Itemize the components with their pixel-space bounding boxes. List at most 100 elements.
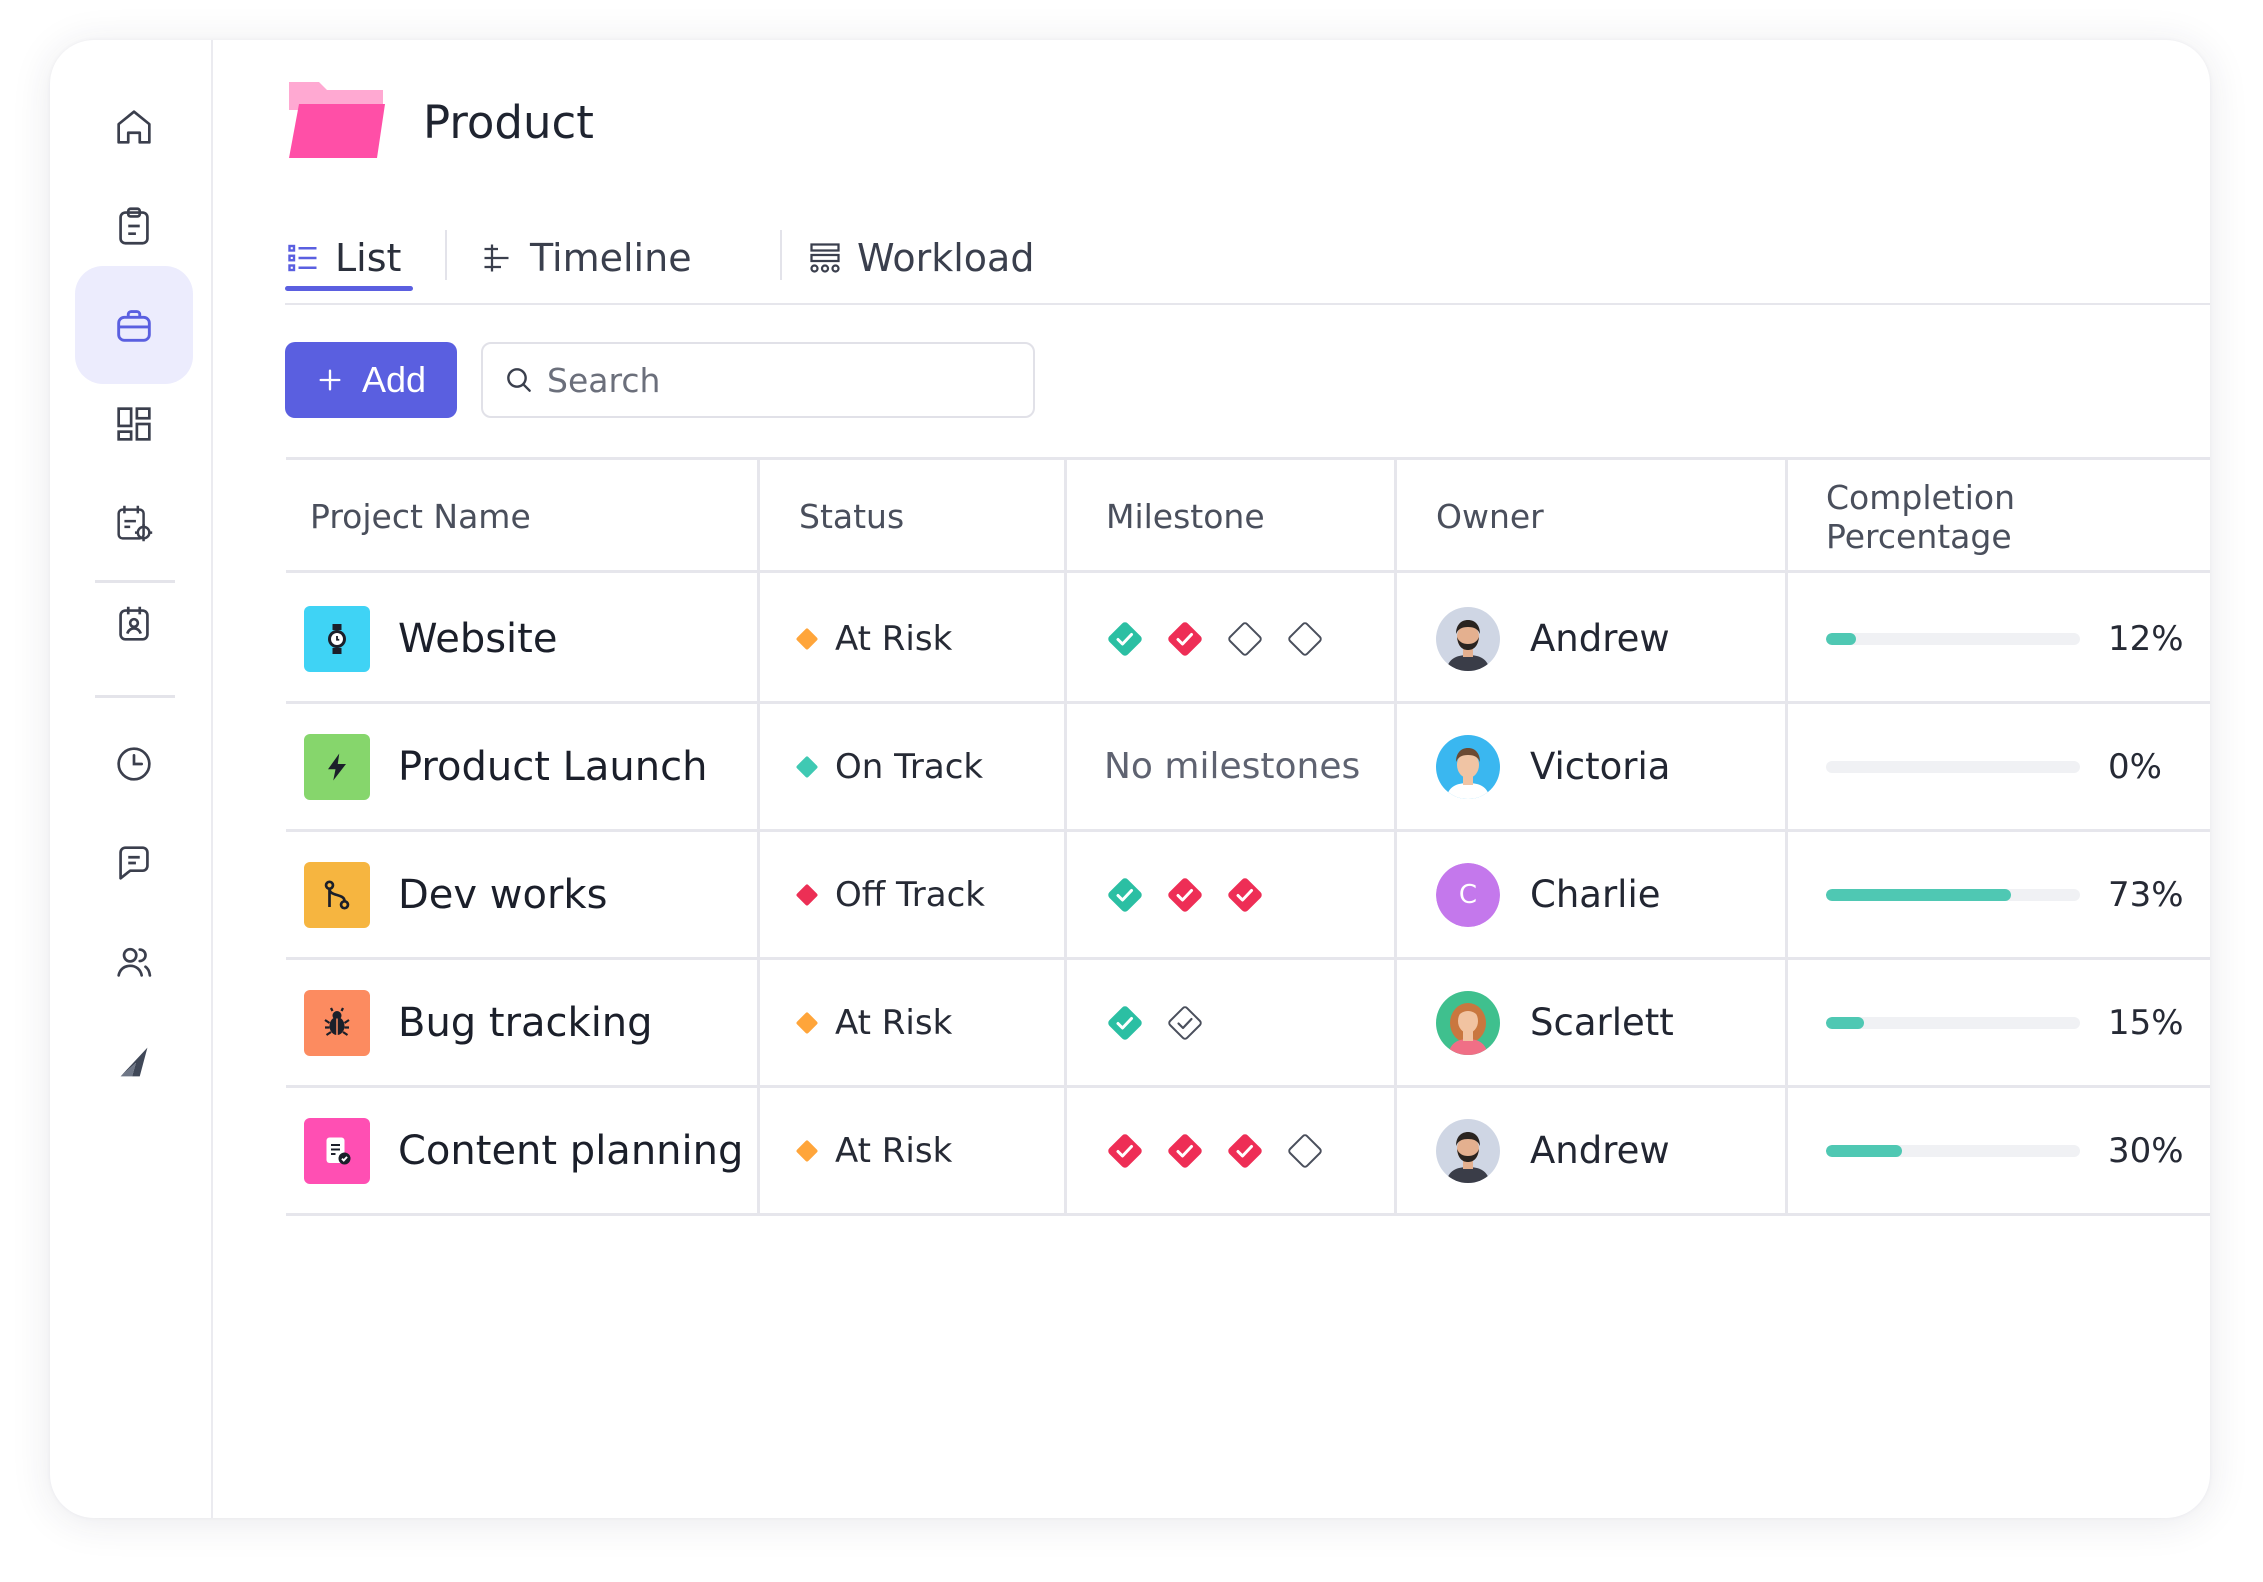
owner-name: Victoria (1530, 745, 1671, 788)
completion-percentage: 12% (2108, 618, 2184, 659)
completion-percentage: 0% (2108, 746, 2162, 787)
project-name[interactable]: Content planning (398, 1128, 743, 1174)
status-diamond-icon (795, 627, 819, 650)
project-name-cell[interactable]: Bug tracking (304, 960, 653, 1085)
milestone-empty-icon[interactable] (1284, 1130, 1326, 1172)
status-cell[interactable]: Off Track (795, 832, 985, 957)
progress-bar-fill (1826, 1144, 1903, 1157)
plus-icon (319, 369, 341, 391)
progress-bar (1826, 888, 2080, 901)
completion-percentage: 15% (2108, 1002, 2184, 1043)
users-icon (117, 947, 152, 977)
milestone-complete-icon[interactable] (1104, 618, 1146, 660)
completion-cell: 0% (1826, 704, 2162, 829)
progress-bar-fill (1826, 1016, 1865, 1029)
git-branch-icon (324, 879, 350, 910)
table-row[interactable]: Product Launch On Track No milestones Vi… (286, 704, 2210, 832)
list-icon (288, 244, 317, 272)
bolt-icon (328, 753, 346, 780)
active-tab-indicator (285, 286, 413, 291)
project-name-cell[interactable]: Product Launch (304, 704, 707, 829)
column-header-milestone[interactable]: Milestone (1106, 460, 1265, 573)
project-name[interactable]: Product Launch (398, 744, 707, 790)
status-cell[interactable]: On Track (795, 704, 984, 829)
sidebar-item-contacts[interactable] (75, 565, 193, 683)
milestone-cell[interactable]: No milestones (1104, 704, 1360, 829)
milestone-cell[interactable] (1104, 960, 1206, 1085)
page-title: Product (423, 96, 594, 149)
project-name-cell[interactable]: Website (304, 576, 557, 701)
milestone-complete-icon[interactable] (1104, 874, 1146, 916)
milestone-overdue-icon[interactable] (1164, 874, 1206, 916)
project-name-cell[interactable]: Dev works (304, 832, 607, 957)
avatar-photo (1436, 606, 1500, 671)
dashboard-icon (117, 407, 151, 441)
project-name[interactable]: Bug tracking (398, 1000, 653, 1046)
no-milestones-text: No milestones (1104, 746, 1361, 787)
owner-cell[interactable]: Andrew (1436, 1088, 1670, 1213)
search-input[interactable] (547, 360, 1007, 400)
milestone-list (1104, 1130, 1326, 1172)
status-diamond-icon (795, 1011, 819, 1034)
table-row[interactable]: Content planning At Risk Andrew 30% (286, 1088, 2210, 1216)
add-button-label: Add (361, 359, 427, 400)
home-icon (117, 110, 151, 144)
owner-cell[interactable]: Andrew (1436, 576, 1670, 701)
milestone-overdue-icon[interactable] (1224, 1130, 1266, 1172)
table-row[interactable]: Website At Risk Andrew 12% (286, 576, 2210, 704)
milestone-cell[interactable] (1104, 832, 1266, 957)
tab-list[interactable]: List (285, 228, 413, 291)
milestone-pending-check-icon[interactable] (1164, 1002, 1206, 1044)
tab-timeline[interactable]: Timeline (480, 228, 692, 288)
status-diamond-icon (795, 883, 819, 906)
avatar-initial: C (1436, 862, 1500, 927)
add-button[interactable]: Add (285, 342, 457, 418)
avatar-photo (1436, 1118, 1500, 1183)
milestone-overdue-icon[interactable] (1164, 618, 1206, 660)
completion-cell: 15% (1826, 960, 2184, 1085)
table-row[interactable]: Dev works Off Track C Charlie 73% (286, 832, 2210, 960)
milestone-empty-icon[interactable] (1284, 618, 1326, 660)
briefcase-icon (117, 310, 151, 342)
milestone-overdue-icon[interactable] (1224, 874, 1266, 916)
milestone-complete-icon[interactable] (1104, 1002, 1146, 1044)
table-row[interactable]: Bug tracking At Risk Scarlett 15% (286, 960, 2210, 1088)
owner-cell[interactable]: C Charlie (1436, 832, 1661, 957)
owner-cell[interactable]: Scarlett (1436, 960, 1674, 1085)
project-icon (304, 605, 370, 672)
progress-bar-fill (1826, 632, 1857, 645)
status-label: On Track (835, 746, 984, 787)
column-header-owner[interactable]: Owner (1436, 460, 1544, 573)
status-cell[interactable]: At Risk (795, 960, 952, 1085)
avatar-photo (1436, 734, 1500, 799)
tab-workload[interactable]: Workload (807, 228, 1034, 288)
milestone-empty-icon[interactable] (1224, 618, 1266, 660)
status-diamond-icon (795, 1139, 819, 1162)
milestone-overdue-icon[interactable] (1164, 1130, 1206, 1172)
project-name[interactable]: Dev works (398, 872, 607, 918)
progress-bar (1826, 1144, 2080, 1157)
search-box[interactable] (481, 342, 1035, 418)
app-window: Product List Timeline Workload Add Searc… (50, 40, 2210, 1518)
clipboard-icon (119, 207, 149, 245)
column-header-status[interactable]: Status (799, 460, 904, 573)
milestone-cell[interactable] (1104, 576, 1326, 701)
avatar (1436, 1118, 1500, 1183)
milestone-overdue-icon[interactable] (1104, 1130, 1146, 1172)
milestone-list (1104, 874, 1266, 916)
project-icon (304, 1117, 370, 1184)
contact-card-icon (119, 606, 149, 641)
sidebar-item-brand[interactable] (75, 1002, 193, 1120)
project-name-cell[interactable]: Content planning (304, 1088, 743, 1213)
status-cell[interactable]: At Risk (795, 576, 952, 701)
column-header-completion[interactable]: Completion Percentage (1826, 460, 2210, 573)
project-name[interactable]: Website (398, 616, 557, 662)
view-tabs: List Timeline Workload (285, 200, 2210, 305)
milestone-cell[interactable] (1104, 1088, 1326, 1213)
sidebar (50, 40, 213, 1518)
avatar-photo (1436, 990, 1500, 1055)
owner-cell[interactable]: Victoria (1436, 704, 1670, 829)
folder-icon (289, 82, 385, 158)
column-header-project-name[interactable]: Project Name (310, 460, 531, 573)
status-cell[interactable]: At Risk (795, 1088, 952, 1213)
